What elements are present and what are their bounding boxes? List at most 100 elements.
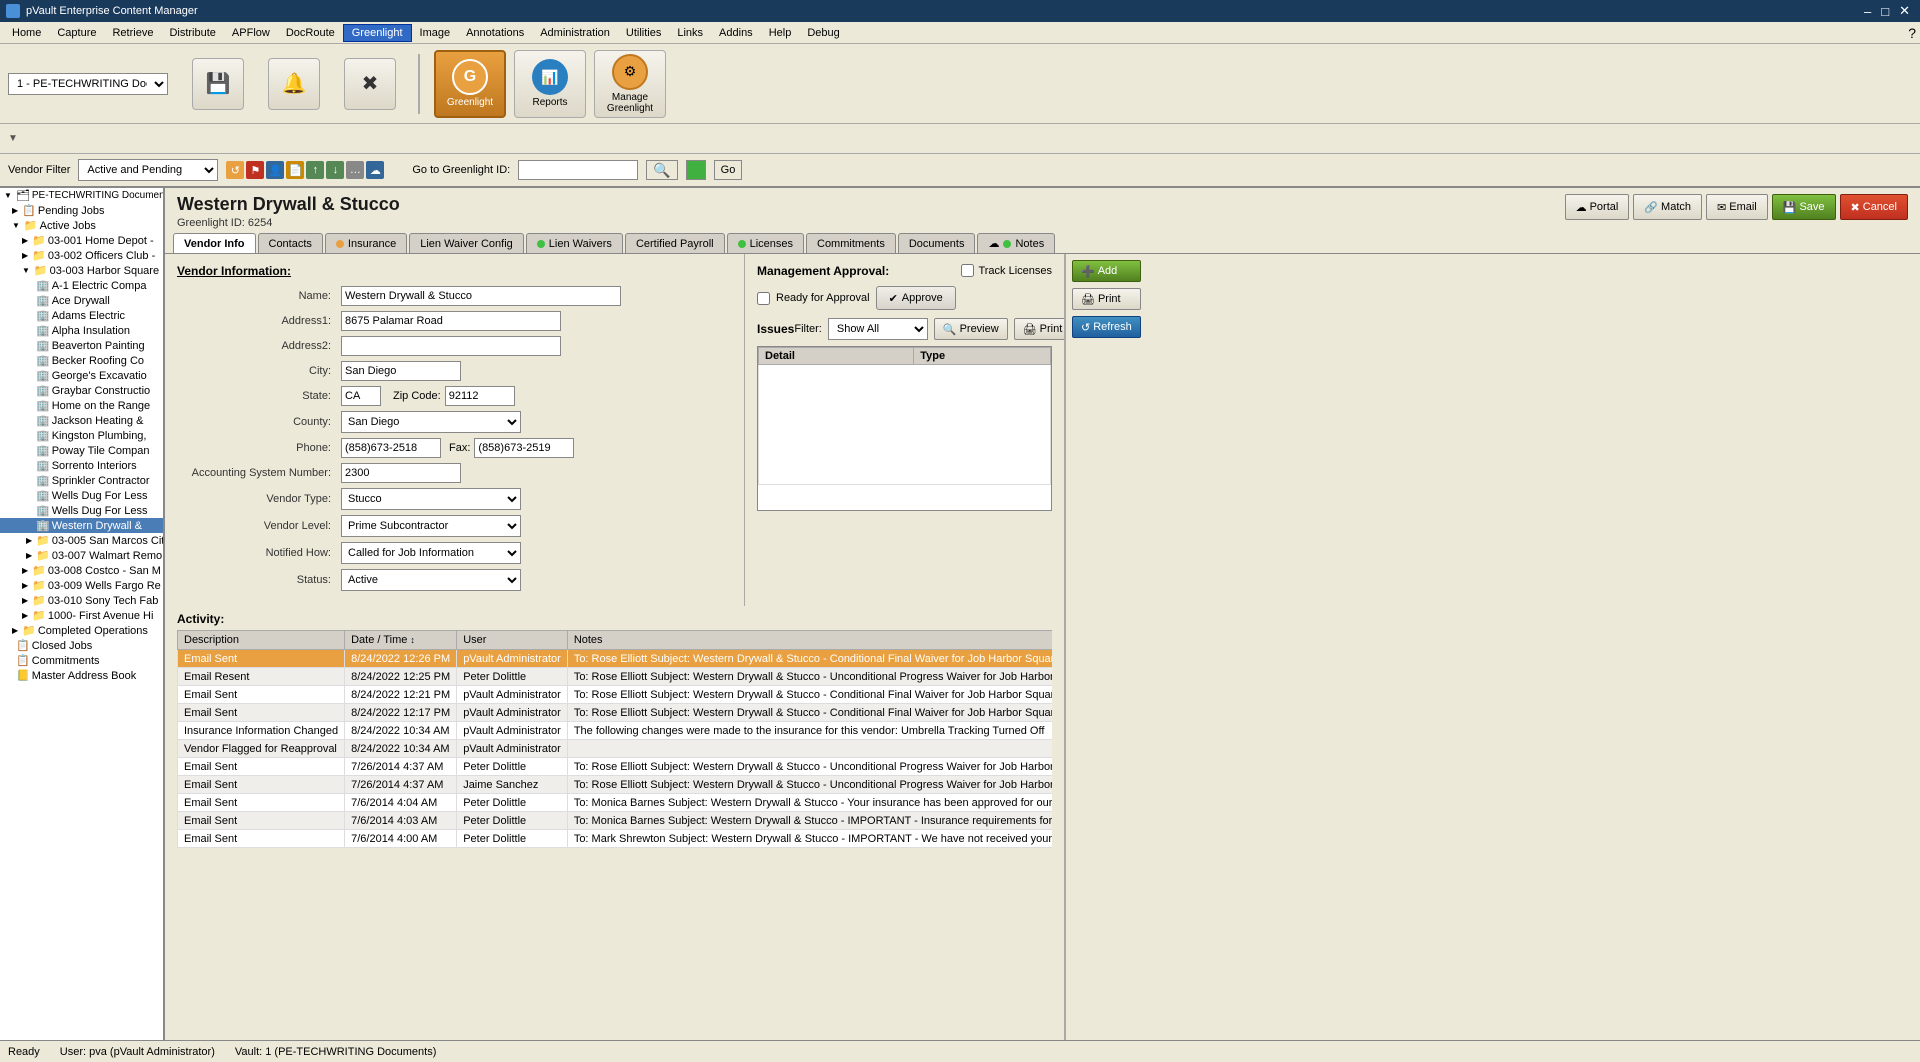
tree-poway[interactable]: 🏢Poway Tile Compan [0, 443, 163, 458]
fax-input[interactable] [474, 438, 574, 458]
activity-row-3[interactable]: Email Sent 8/24/2022 12:17 PM pVault Adm… [178, 704, 1053, 722]
name-input[interactable] [341, 286, 621, 306]
preview-button[interactable]: 🔍 Preview [934, 318, 1008, 340]
tree-root[interactable]: ▼🗂PE-TECHWRITING Documents [0, 188, 163, 203]
activity-row-5[interactable]: Vendor Flagged for Reapproval 8/24/2022 … [178, 740, 1053, 758]
cloud-icon[interactable]: ☁ [366, 161, 384, 179]
tree-completed-ops[interactable]: ▶📁Completed Operations [0, 623, 163, 638]
print-button[interactable]: 🖨 Print [1014, 318, 1064, 340]
person-icon[interactable]: 👤 [266, 161, 284, 179]
tree-beaverton[interactable]: 🏢Beaverton Painting [0, 338, 163, 353]
email-button[interactable]: ✉ Email [1706, 194, 1768, 220]
document-dropdown[interactable]: 1 - PE-TECHWRITING Documer [8, 73, 168, 95]
tree-graybar[interactable]: 🏢Graybar Constructio [0, 383, 163, 398]
activity-row-10[interactable]: Email Sent 7/6/2014 4:00 AM Peter Dolitt… [178, 830, 1053, 848]
activity-row-9[interactable]: Email Sent 7/6/2014 4:03 AM Peter Dolitt… [178, 812, 1053, 830]
tree-kingston[interactable]: 🏢Kingston Plumbing, [0, 428, 163, 443]
tree-03002[interactable]: ▶📁03-002 Officers Club - [0, 248, 163, 263]
menu-apflow[interactable]: APFlow [224, 25, 278, 41]
tab-notes[interactable]: ☁ Notes [977, 233, 1055, 253]
ready-for-approval-checkbox[interactable] [757, 292, 770, 305]
filter-dropdown[interactable]: Active and Pending [78, 159, 218, 181]
manage-greenlight-toolbar-btn[interactable]: ⚙ Manage Greenlight [594, 50, 666, 118]
vendor-type-select[interactable]: Stucco [341, 488, 521, 510]
menu-distribute[interactable]: Distribute [161, 25, 223, 41]
tree-03001[interactable]: ▶📁03-001 Home Depot - [0, 233, 163, 248]
refresh-vendor-icon[interactable]: ↺ [226, 161, 244, 179]
tree-active-jobs[interactable]: ▼📁Active Jobs [0, 218, 163, 233]
tab-documents[interactable]: Documents [898, 233, 976, 253]
tab-lien-waivers[interactable]: Lien Waivers [526, 233, 623, 253]
vendor-level-select[interactable]: Prime Subcontractor [341, 515, 521, 537]
menu-greenlight[interactable]: Greenlight [343, 24, 412, 42]
tree-becker[interactable]: 🏢Becker Roofing Co [0, 353, 163, 368]
cancel-button[interactable]: ✖ Cancel [1840, 194, 1908, 220]
save-toolbar-button[interactable]: 💾 [184, 50, 252, 118]
add-button[interactable]: ➕ Add [1072, 260, 1141, 282]
tree-03009[interactable]: ▶📁03-009 Wells Fargo Re [0, 578, 163, 593]
status-select[interactable]: Active [341, 569, 521, 591]
goto-input[interactable] [518, 160, 638, 180]
tree-sorrento[interactable]: 🏢Sorrento Interiors [0, 458, 163, 473]
tree-master-address[interactable]: 📒Master Address Book [0, 668, 163, 683]
activity-row-4[interactable]: Insurance Information Changed 8/24/2022 … [178, 722, 1053, 740]
close-button[interactable]: ✕ [1895, 3, 1914, 19]
zip-input[interactable] [445, 386, 515, 406]
save-button[interactable]: 💾 Save [1772, 194, 1836, 220]
more-icon[interactable]: … [346, 161, 364, 179]
city-input[interactable] [341, 361, 461, 381]
issues-filter-select[interactable]: Show All [828, 318, 928, 340]
phone-input[interactable] [341, 438, 441, 458]
tab-contacts[interactable]: Contacts [258, 233, 323, 253]
side-print-button[interactable]: 🖨 Print [1072, 288, 1141, 310]
menu-addins[interactable]: Addins [711, 25, 761, 41]
tree-home-range[interactable]: 🏢Home on the Range [0, 398, 163, 413]
menu-home[interactable]: Home [4, 25, 49, 41]
menu-docroute[interactable]: DocRoute [278, 25, 343, 41]
portal-button[interactable]: ☁ Portal [1565, 194, 1630, 220]
tree-wells2[interactable]: 🏢Wells Dug For Less [0, 503, 163, 518]
accounting-input[interactable] [341, 463, 461, 483]
tree-closed-jobs[interactable]: 📋Closed Jobs [0, 638, 163, 653]
menu-image[interactable]: Image [412, 25, 459, 41]
tree-sprinkler[interactable]: 🏢Sprinkler Contractor [0, 473, 163, 488]
tree-03005[interactable]: ▶📁03-005 San Marcos Cit [0, 533, 163, 548]
activity-row-1[interactable]: Email Resent 8/24/2022 12:25 PM Peter Do… [178, 668, 1053, 686]
menu-help[interactable]: Help [761, 25, 800, 41]
menu-retrieve[interactable]: Retrieve [104, 25, 161, 41]
tab-insurance[interactable]: Insurance [325, 233, 407, 253]
state-input[interactable] [341, 386, 381, 406]
notified-select[interactable]: Called for Job Information [341, 542, 521, 564]
go-button[interactable]: 🔍 [646, 160, 677, 180]
greenlight-toolbar-btn[interactable]: G Greenlight [434, 50, 506, 118]
activity-row-0[interactable]: Email Sent 8/24/2022 12:26 PM pVault Adm… [178, 650, 1053, 668]
menu-annotations[interactable]: Annotations [458, 25, 532, 41]
tree-03003[interactable]: ▼📁03-003 Harbor Square [0, 263, 163, 278]
close-toolbar-button[interactable]: ✖ [336, 50, 404, 118]
tree-03010[interactable]: ▶📁03-010 Sony Tech Fab [0, 593, 163, 608]
tab-licenses[interactable]: Licenses [727, 233, 804, 253]
tree-georges[interactable]: 🏢George's Excavatio [0, 368, 163, 383]
activity-row-6[interactable]: Email Sent 7/26/2014 4:37 AM Peter Dolit… [178, 758, 1053, 776]
tree-commitments[interactable]: 📋Commitments [0, 653, 163, 668]
address1-input[interactable] [341, 311, 561, 331]
address2-input[interactable] [341, 336, 561, 356]
menu-links[interactable]: Links [669, 25, 711, 41]
greenlight-status-icon[interactable] [686, 160, 706, 180]
activity-row-8[interactable]: Email Sent 7/6/2014 4:04 AM Peter Dolitt… [178, 794, 1053, 812]
download-icon[interactable]: ↓ [326, 161, 344, 179]
side-refresh-button[interactable]: ↺ Refresh [1072, 316, 1141, 338]
match-button[interactable]: 🔗 Match [1633, 194, 1702, 220]
upload-icon[interactable]: ↑ [306, 161, 324, 179]
menu-administration[interactable]: Administration [532, 25, 618, 41]
bell-toolbar-button[interactable]: 🔔 [260, 50, 328, 118]
tree-ace-drywall[interactable]: 🏢Ace Drywall [0, 293, 163, 308]
document-icon[interactable]: 📄 [286, 161, 304, 179]
maximize-button[interactable]: □ [1877, 3, 1893, 19]
tree-03007[interactable]: ▶📁03-007 Walmart Remo [0, 548, 163, 563]
tree-alpha-insulation[interactable]: 🏢Alpha Insulation [0, 323, 163, 338]
tab-commitments[interactable]: Commitments [806, 233, 896, 253]
tree-03008[interactable]: ▶📁03-008 Costco - San M [0, 563, 163, 578]
menu-debug[interactable]: Debug [799, 25, 847, 41]
tree-adams-electric[interactable]: 🏢Adams Electric [0, 308, 163, 323]
